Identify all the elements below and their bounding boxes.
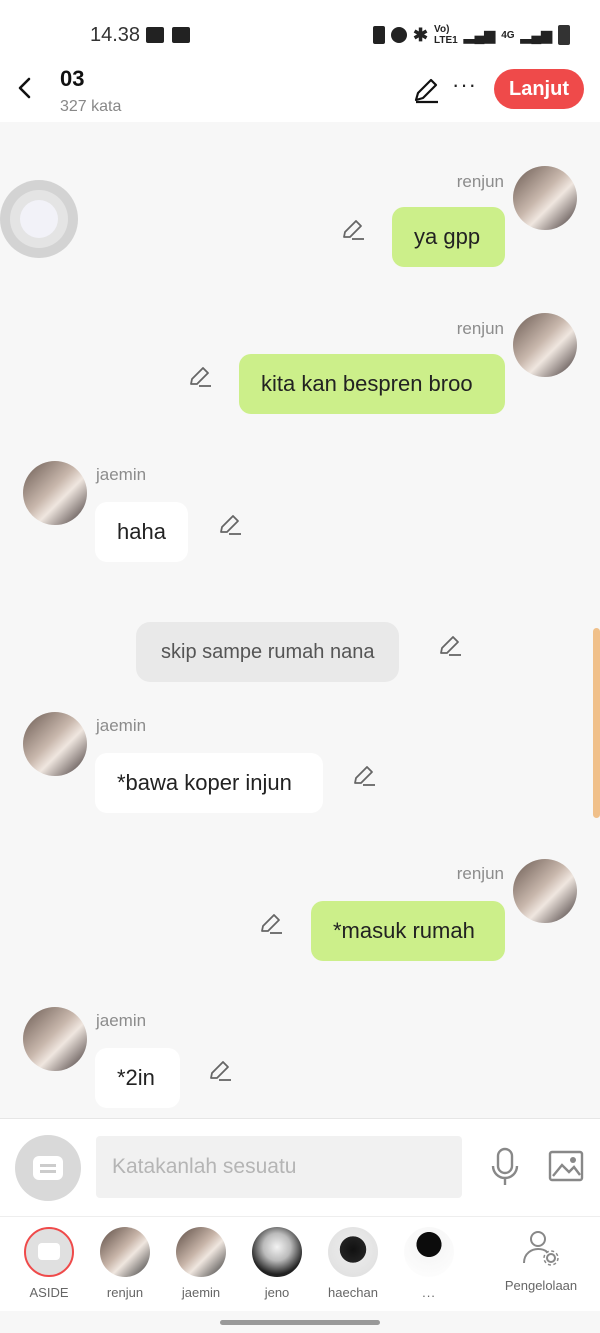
volte-icon: Vo) LTE1 [434, 24, 458, 46]
message-bubble[interactable]: *2in [95, 1048, 180, 1108]
battery-icon [558, 25, 570, 45]
message-input[interactable] [96, 1136, 462, 1198]
status-bar: 14.38 ✱ Vo) LTE1 ▂▄▆ 4G ▂▄▆ [0, 0, 600, 62]
cast-label: haechan [328, 1285, 378, 1300]
avatar [404, 1227, 454, 1277]
cast-label: ... [422, 1285, 436, 1300]
cast-item-haechan[interactable]: haechan [315, 1227, 391, 1300]
speaker-name: renjun [456, 319, 504, 338]
avatar [176, 1227, 226, 1277]
avatar-renjun[interactable] [513, 166, 577, 230]
signal-icon-2: ▂▄▆ [520, 26, 552, 43]
aside-toggle-button[interactable] [15, 1135, 81, 1201]
message-bubble[interactable]: *bawa koper injun [95, 753, 323, 813]
input-bar [0, 1118, 600, 1217]
alarm-icon [390, 27, 407, 43]
avatar-renjun[interactable] [513, 859, 577, 923]
avatar-renjun[interactable] [513, 313, 577, 377]
edit-message-icon[interactable] [207, 1058, 233, 1084]
character-bar: ASIDE renjun jaemin jeno haechan ... Pen… [0, 1216, 600, 1311]
cast-label: renjun [106, 1285, 144, 1300]
cast-label: ASIDE [29, 1285, 69, 1300]
chapter-title: 03 [60, 66, 85, 91]
home-indicator[interactable] [220, 1320, 380, 1325]
edit-message-icon[interactable] [258, 911, 284, 937]
more-options-icon[interactable]: ··· [452, 72, 477, 98]
avatar [100, 1227, 150, 1277]
signal-icon: ▂▄▆ [463, 26, 496, 43]
message-bubble[interactable]: kita kan bespren broo [239, 354, 505, 414]
word-count: 327 kata [60, 98, 122, 115]
scroll-indicator[interactable] [593, 628, 600, 818]
cast-item-more[interactable]: ... [391, 1227, 467, 1300]
avatar-jaemin[interactable] [23, 1007, 87, 1071]
chat-area[interactable]: renjun ya gpp renjun kita kan bespren br… [0, 122, 600, 1118]
management-button[interactable]: Pengelolaan [496, 1227, 586, 1293]
floating-assistive-button[interactable] [0, 180, 78, 258]
gallery-icon [172, 27, 190, 43]
status-time: 14.38 [90, 24, 141, 46]
continue-button[interactable]: Lanjut [494, 69, 584, 109]
edit-message-icon[interactable] [217, 512, 243, 538]
cast-label: jaemin [181, 1285, 221, 1300]
speaker-name: jaemin [96, 716, 147, 735]
message-bubble[interactable]: haha [95, 502, 188, 562]
avatar [252, 1227, 302, 1277]
message-bubble[interactable]: *masuk rumah [311, 901, 505, 961]
narration-bubble[interactable]: skip sampe rumah nana [136, 622, 400, 682]
microphone-icon[interactable] [488, 1147, 522, 1187]
aside-icon [33, 1156, 63, 1180]
edit-message-icon[interactable] [340, 217, 366, 243]
image-icon[interactable] [548, 1149, 584, 1183]
edit-message-icon[interactable] [351, 763, 377, 789]
cast-item-jeno[interactable]: jeno [239, 1227, 315, 1300]
avatar-jaemin[interactable] [23, 461, 87, 525]
cast-item-renjun[interactable]: renjun [87, 1227, 163, 1300]
message-bubble[interactable]: ya gpp [392, 207, 505, 267]
back-arrow-icon[interactable] [12, 74, 40, 102]
story-header: 03 327 kata ··· Lanjut [0, 62, 600, 122]
management-label: Pengelolaan [504, 1278, 578, 1293]
user-settings-icon [523, 1231, 559, 1266]
cast-label: jeno [264, 1285, 290, 1300]
avatar [328, 1227, 378, 1277]
avatar-jaemin[interactable] [23, 712, 87, 776]
network-type: 4G [501, 29, 515, 41]
aside-icon [24, 1227, 74, 1277]
battery-saver-icon [372, 26, 385, 44]
edit-icon[interactable] [412, 76, 440, 104]
speaker-name: jaemin [96, 465, 147, 484]
speaker-name: renjun [456, 172, 504, 191]
cast-item-jaemin[interactable]: jaemin [163, 1227, 239, 1300]
cast-item-aside[interactable]: ASIDE [11, 1227, 87, 1300]
speaker-name: jaemin [96, 1011, 147, 1030]
video-icon [146, 27, 164, 43]
speaker-name: renjun [456, 864, 504, 883]
edit-message-icon[interactable] [187, 364, 213, 390]
bluetooth-icon: ✱ [412, 24, 429, 45]
edit-message-icon[interactable] [437, 633, 463, 659]
